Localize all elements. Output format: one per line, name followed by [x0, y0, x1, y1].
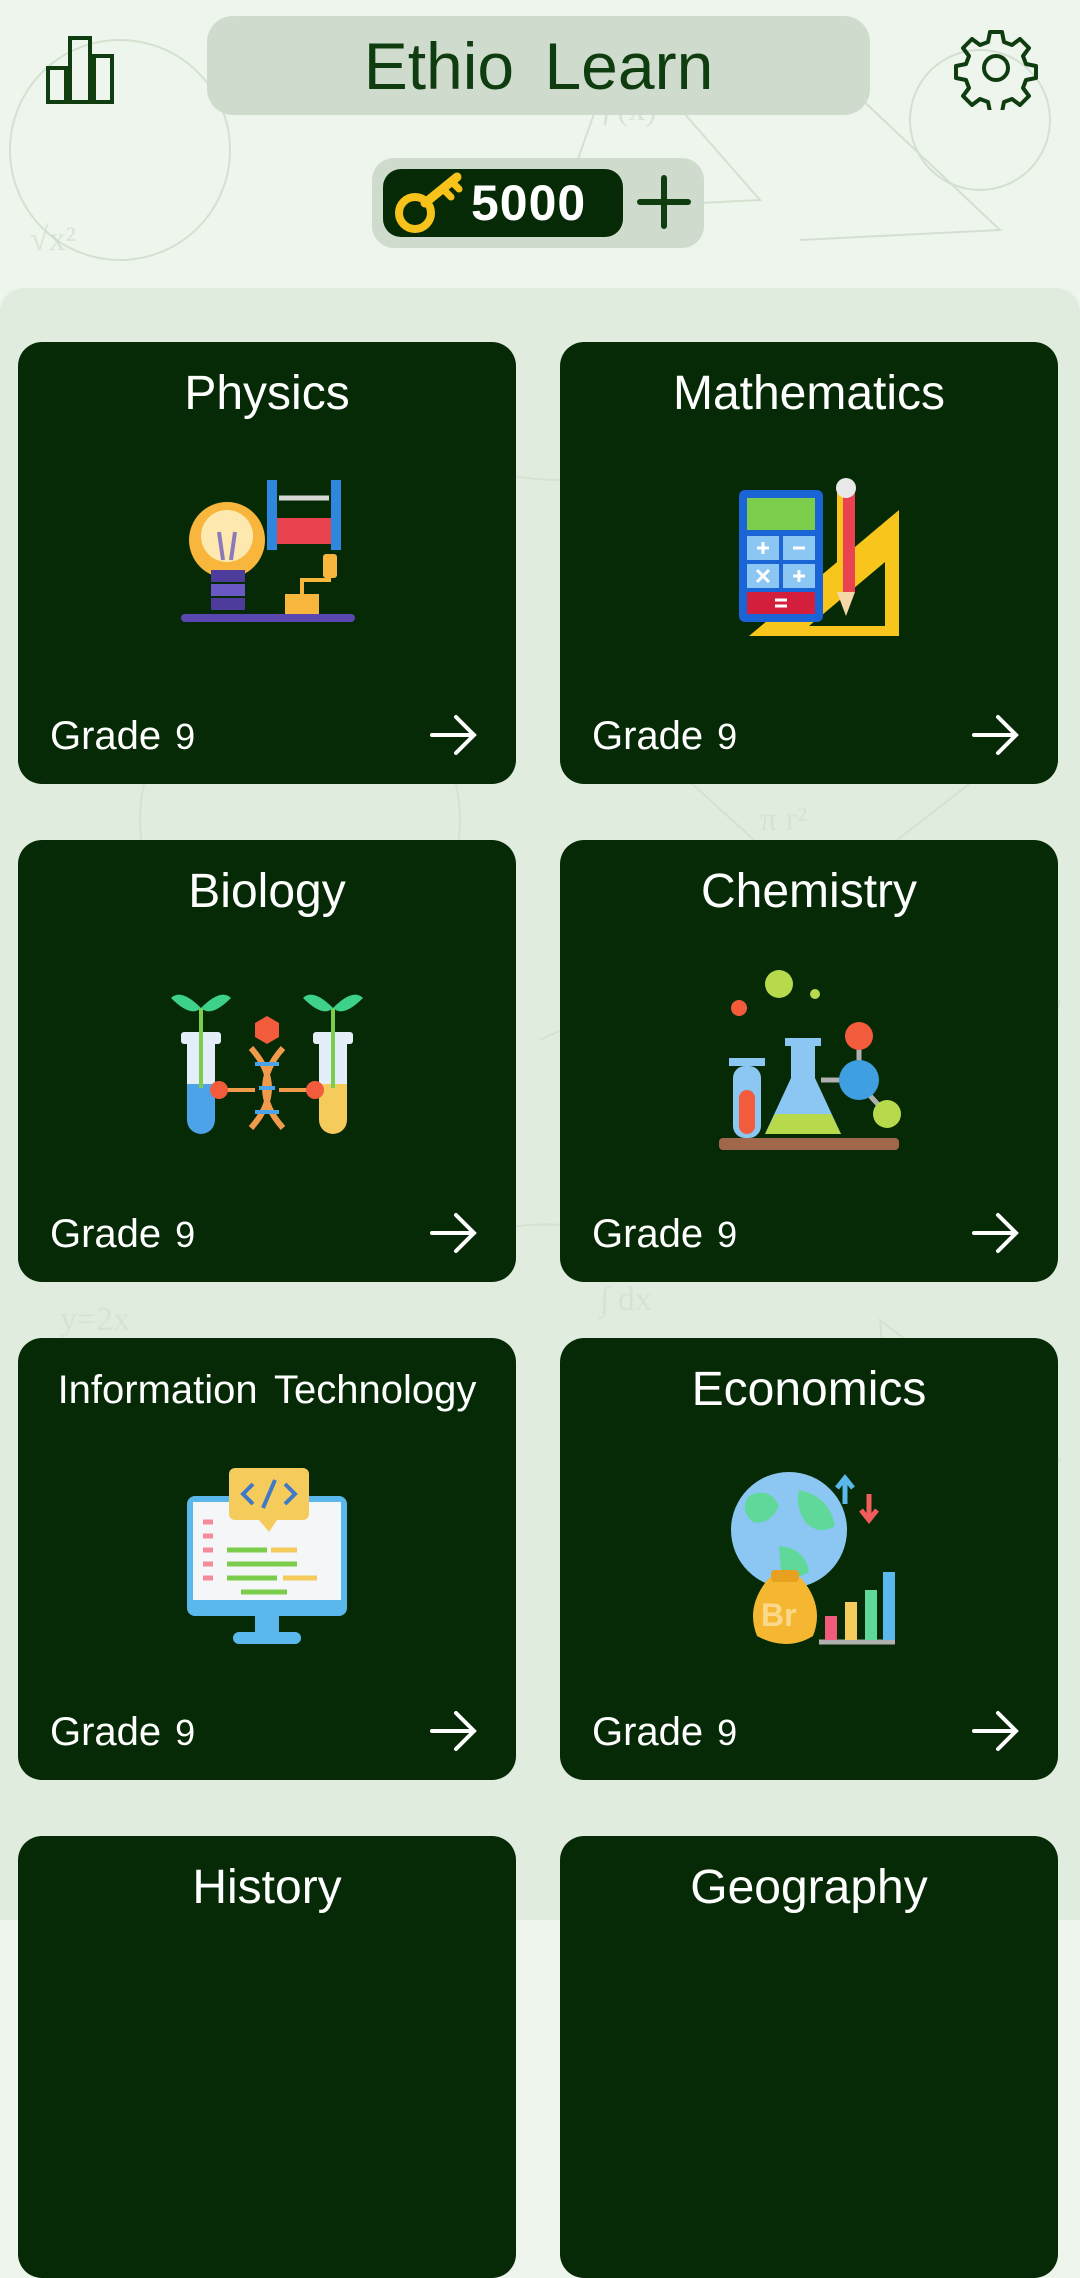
grade-label: Grade 9: [592, 1212, 738, 1256]
flask-molecule-icon: [719, 970, 901, 1150]
svg-text:Br: Br: [761, 1597, 797, 1633]
keys-balance: 5000: [372, 158, 704, 248]
arrow-right-icon[interactable]: [428, 1210, 480, 1256]
subject-title: Chemistry: [700, 865, 918, 918]
keys-count: 5000: [471, 175, 587, 231]
subject-title: Information Technology: [57, 1368, 477, 1412]
arrow-right-icon[interactable]: [970, 712, 1022, 758]
subject-card-mathematics[interactable]: Mathematics Grade 9: [560, 342, 1058, 784]
app-header: Ethio Learn 5000: [0, 0, 1080, 260]
calculator-ruler-icon: [739, 478, 899, 636]
arrow-right-icon[interactable]: [428, 1708, 480, 1754]
subject-card-chemistry[interactable]: Chemistry Grade 9: [560, 840, 1058, 1282]
grade-label: Grade 9: [50, 1710, 196, 1754]
dna-test-tubes-icon: [171, 994, 363, 1134]
subject-title: History: [192, 1861, 342, 1914]
bar-chart-icon[interactable]: [40, 28, 120, 108]
grade-label: Grade 9: [50, 1212, 196, 1256]
subject-card-history[interactable]: History: [18, 1836, 516, 2278]
subject-title: Biology: [188, 865, 346, 918]
app-title: Ethio Learn: [207, 16, 870, 115]
subject-card-physics[interactable]: Physics Grade 9: [18, 342, 516, 784]
plus-icon[interactable]: [634, 172, 694, 232]
subject-title: Physics: [184, 367, 350, 420]
subject-title: Geography: [690, 1861, 928, 1914]
arrow-right-icon[interactable]: [970, 1210, 1022, 1256]
computer-code-icon: [187, 1468, 347, 1644]
grade-label: Grade 9: [50, 714, 196, 758]
subject-card-information-technology[interactable]: Information Technology Grade 9: [18, 1338, 516, 1780]
gear-icon[interactable]: [954, 26, 1038, 110]
subject-title: Economics: [691, 1363, 927, 1416]
arrow-right-icon[interactable]: [428, 712, 480, 758]
grade-label: Grade 9: [592, 1710, 738, 1754]
grade-label: Grade 9: [592, 714, 738, 758]
keys-pill: 5000: [383, 169, 623, 237]
subject-card-geography[interactable]: Geography: [560, 1836, 1058, 2278]
subject-card-biology[interactable]: Biology Grade 9: [18, 840, 516, 1282]
subject-card-economics[interactable]: Economics Br Grade 9: [560, 1338, 1058, 1780]
arrow-right-icon[interactable]: [970, 1708, 1022, 1754]
key-icon: [395, 172, 463, 233]
physics-lab-icon: [181, 480, 355, 622]
subject-title: Mathematics: [672, 367, 946, 420]
globe-money-chart-icon: Br: [731, 1472, 895, 1645]
